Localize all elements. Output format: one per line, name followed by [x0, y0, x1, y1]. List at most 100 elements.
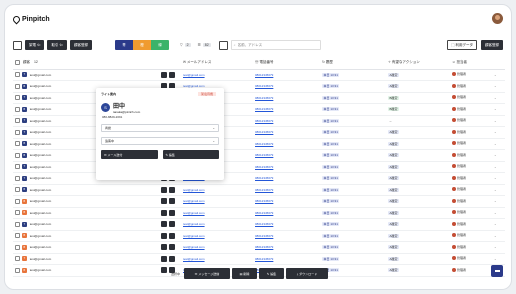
segment-green[interactable]: 緑	[150, 40, 169, 50]
phone-link[interactable]: 08012345679	[255, 257, 273, 261]
phone-link[interactable]: 08012345679	[255, 130, 273, 134]
table-row[interactable]: T test@gmail.com test@gmail.com 08012345…	[13, 161, 505, 173]
filter-button[interactable]: ▽ 2	[178, 40, 193, 50]
chevron-down-icon[interactable]: ⌄	[494, 222, 497, 226]
customer-email[interactable]: test@gmail.com	[30, 245, 52, 249]
table-row[interactable]: B test@gmail.com test@gmail.com 08012345…	[13, 80, 505, 93]
email-link[interactable]: test@gmail.com	[183, 257, 205, 261]
row-checkbox[interactable]	[15, 83, 20, 89]
chevron-down-icon[interactable]: ⌄	[494, 165, 497, 169]
table-row[interactable]: B test@gmail.com test@gmail.com 08012345…	[13, 230, 505, 242]
row-checkbox[interactable]	[15, 72, 20, 78]
row-checkbox[interactable]	[15, 118, 20, 124]
customer-email[interactable]: test@gmail.com	[30, 222, 52, 226]
contact-button[interactable]	[161, 209, 168, 216]
row-checkbox[interactable]	[15, 267, 20, 273]
table-row[interactable]: B test@gmail.com test@gmail.com 08012345…	[13, 241, 505, 254]
customer-email[interactable]: test@gmail.com	[30, 153, 52, 157]
email-link[interactable]: test@gmail.com	[183, 199, 205, 203]
phone-link[interactable]: 08012345679	[255, 107, 273, 111]
table-row[interactable]: B test@gmail.com test@gmail.com 08012345…	[13, 195, 505, 208]
contact-button[interactable]	[161, 244, 168, 251]
table-row[interactable]: T test@gmail.com test@gmail.com 08012345…	[13, 92, 505, 104]
row-checkbox[interactable]	[15, 175, 20, 181]
chevron-down-icon[interactable]: ⌄	[494, 96, 497, 100]
popup-mail-button[interactable]: ✉ メール送付	[101, 150, 158, 159]
call-button[interactable]: 架電 ⇐	[25, 40, 45, 50]
detail-button[interactable]	[169, 209, 175, 216]
contact-button[interactable]	[161, 232, 168, 239]
add-customer-button[interactable]: 顧客登録	[481, 40, 503, 50]
detail-button[interactable]	[169, 221, 175, 228]
chevron-down-icon[interactable]: ⌄	[494, 84, 497, 88]
select-all-checkbox[interactable]	[15, 60, 20, 66]
search-input[interactable]	[237, 43, 318, 47]
send-message-button[interactable]: ✉ メッセージ送信	[184, 268, 231, 279]
popup-phone[interactable]: 080-8829-2091	[101, 115, 219, 119]
phone-link[interactable]: 08012345679	[255, 222, 273, 226]
download-button[interactable]: ⤓ ダウンロード	[286, 268, 329, 279]
row-checkbox[interactable]	[15, 256, 20, 262]
header-email[interactable]: ✉ メールアドレス	[181, 57, 253, 70]
phone-link[interactable]: 08012345679	[255, 211, 273, 215]
chevron-down-icon[interactable]: ⌄	[494, 245, 497, 249]
customer-email[interactable]: test@gmail.com	[30, 130, 52, 134]
customer-email[interactable]: test@gmail.com	[30, 119, 52, 123]
email-link[interactable]: test@gmail.com	[183, 222, 205, 226]
customer-email[interactable]: test@gmail.com	[30, 211, 52, 215]
customer-email[interactable]: test@gmail.com	[30, 234, 52, 238]
chevron-down-icon[interactable]: ⌄	[494, 176, 497, 180]
sidebar-toggle-icon[interactable]	[13, 40, 22, 50]
contact-button[interactable]	[161, 221, 168, 228]
customer-email[interactable]: test@gmail.com	[30, 176, 52, 180]
popup-select-stage[interactable]: 商談 ⌄	[101, 124, 219, 132]
phone-link[interactable]: 08012345679	[255, 84, 273, 88]
email-link[interactable]: test@gmail.com	[183, 245, 205, 249]
table-row[interactable]: B test@gmail.com test@gmail.com 08012345…	[13, 184, 505, 196]
popup-email[interactable]: tanaka@pinitch.com	[113, 110, 140, 114]
chevron-down-icon[interactable]: ⌄	[494, 142, 497, 146]
table-row[interactable]: B test@gmail.com test@gmail.com 08012345…	[13, 138, 505, 150]
table-row[interactable]: T test@gmail.com test@gmail.com 08012345…	[13, 126, 505, 139]
table-row[interactable]: T test@gmail.com test@gmail.com 08012345…	[13, 115, 505, 127]
contact-button[interactable]	[161, 198, 168, 205]
edit-button[interactable]: ✎ 編集	[259, 268, 285, 279]
header-action[interactable]: ✧ 有望なアクション	[386, 57, 450, 70]
row-checkbox[interactable]	[15, 129, 20, 135]
email-link[interactable]: test@gmail.com	[183, 211, 205, 215]
chevron-down-icon[interactable]: ⌄	[494, 119, 497, 123]
phone-link[interactable]: 08012345679	[255, 165, 273, 169]
delete-button[interactable]: ▤ 削除	[232, 268, 258, 279]
phone-link[interactable]: 08012345679	[255, 176, 273, 180]
chevron-down-icon[interactable]: ⌄	[494, 211, 497, 215]
table-row[interactable]: T test@gmail.com test@gmail.com 08012345…	[13, 69, 505, 81]
phone-link[interactable]: 08012345679	[255, 234, 273, 238]
row-checkbox[interactable]	[15, 152, 20, 158]
row-checkbox[interactable]	[15, 233, 20, 239]
table-row[interactable]: B test@gmail.com test@gmail.com 08012345…	[13, 207, 505, 219]
row-checkbox[interactable]	[15, 210, 20, 216]
chat-button[interactable]	[491, 265, 503, 277]
columns-icon[interactable]	[218, 40, 228, 50]
row-checkbox[interactable]	[15, 187, 20, 193]
phone-link[interactable]: 08012345679	[255, 96, 273, 100]
row-checkbox[interactable]	[15, 244, 20, 250]
user-avatar[interactable]	[492, 13, 503, 24]
detail-button[interactable]	[169, 198, 175, 205]
app-logo[interactable]: Pinpitch	[11, 14, 50, 24]
row-checkbox[interactable]	[15, 164, 20, 170]
contact-button[interactable]	[161, 255, 168, 262]
header-history[interactable]: ↻ 履歴	[320, 57, 386, 70]
contact-button[interactable]	[161, 186, 168, 193]
header-customer[interactable]: 顧客 12	[13, 57, 103, 70]
phone-link[interactable]: 08012345679	[255, 245, 273, 249]
contact-button[interactable]	[161, 71, 168, 78]
table-row[interactable]: T test@gmail.com test@gmail.com 08012345…	[13, 253, 505, 265]
contact-button[interactable]	[161, 267, 168, 274]
chevron-down-icon[interactable]: ⌄	[494, 153, 497, 157]
customer-email[interactable]: test@gmail.com	[30, 188, 52, 192]
table-row[interactable]: T test@gmail.com test@gmail.com 08012345…	[13, 218, 505, 231]
row-checkbox[interactable]	[15, 221, 20, 227]
customer-email[interactable]: test@gmail.com	[30, 96, 52, 100]
detail-button[interactable]	[169, 71, 175, 78]
